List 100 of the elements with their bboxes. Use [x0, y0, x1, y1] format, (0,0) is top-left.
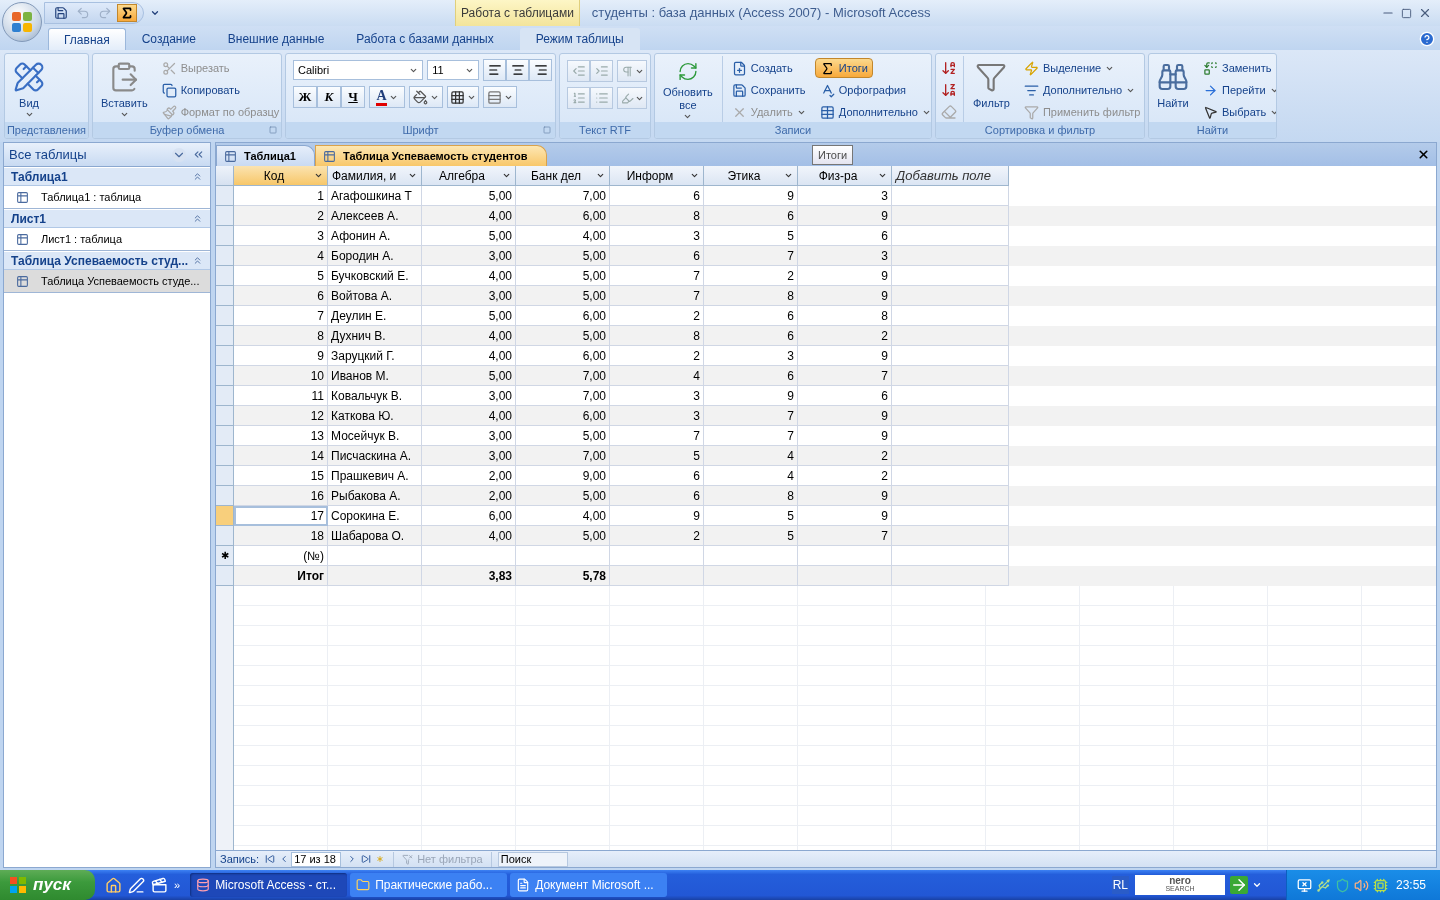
column-header[interactable]: Код — [234, 166, 328, 186]
taskbar-button[interactable]: Документ Microsoft ... — [510, 873, 668, 897]
align-left-button[interactable] — [483, 59, 506, 81]
column-header[interactable]: Банк дел — [516, 166, 610, 186]
row-selector[interactable] — [216, 346, 234, 366]
group-header[interactable]: Таблица Успеваемость студ... — [4, 251, 210, 270]
row-selector[interactable] — [216, 186, 234, 206]
customize-icon[interactable] — [150, 8, 160, 18]
nav-item[interactable]: Таблица Успеваемость студе... — [4, 270, 210, 293]
close-icon[interactable] — [1417, 148, 1430, 161]
ribbon-button[interactable]: Дополнительно — [814, 102, 931, 122]
row-selector[interactable] — [216, 506, 234, 526]
ribbon-button[interactable]: Дополнительно — [1018, 80, 1141, 100]
ribbon-tab[interactable]: Работа с базами данных — [340, 28, 510, 50]
row-selector[interactable] — [216, 386, 234, 406]
dropdown-icon[interactable] — [408, 171, 417, 180]
row-selector[interactable]: ✱ — [216, 546, 234, 566]
volume-icon[interactable] — [1353, 877, 1369, 893]
ribbon-button[interactable]: Выбрать — [1198, 102, 1276, 122]
ribbon-tab[interactable]: Главная — [48, 28, 126, 50]
record-number-field[interactable]: 17 из 18 — [291, 851, 342, 867]
home-icon[interactable] — [105, 876, 122, 894]
row-selector[interactable] — [216, 306, 234, 326]
row-selector[interactable] — [216, 366, 234, 386]
dropdown-icon[interactable] — [878, 171, 887, 180]
ribbon-button[interactable]: Фильтр — [968, 56, 1015, 122]
row-selector[interactable] — [216, 426, 234, 446]
row-selector[interactable] — [216, 486, 234, 506]
group-header[interactable]: Лист1 — [4, 209, 210, 228]
dropdown-icon[interactable] — [314, 171, 323, 180]
ribbon-button[interactable]: Вид — [8, 56, 50, 122]
quick-access-button[interactable] — [117, 4, 137, 22]
column-header[interactable]: Фамилия, и — [328, 166, 422, 186]
ribbon-button[interactable]: Сохранить — [726, 80, 811, 100]
row-selector[interactable] — [216, 466, 234, 486]
dropdown-icon[interactable] — [784, 171, 793, 180]
column-header[interactable]: Этика — [704, 166, 798, 186]
restore-icon[interactable] — [1401, 7, 1412, 19]
ribbon-button[interactable]: Вставить — [96, 56, 153, 122]
ribbon-tab[interactable]: Создание — [125, 28, 212, 50]
language-indicator[interactable]: RL — [1111, 876, 1129, 894]
row-selector[interactable] — [216, 246, 234, 266]
align-center-button[interactable] — [506, 59, 529, 81]
dropdown-icon[interactable] — [690, 171, 699, 180]
gridlines-button[interactable] — [447, 86, 479, 108]
ribbon-tab[interactable]: Внешние данные — [211, 28, 341, 50]
dropdown-icon[interactable] — [596, 171, 605, 180]
row-selector[interactable] — [216, 446, 234, 466]
dropdown-icon[interactable] — [502, 171, 511, 180]
row-selector[interactable] — [216, 526, 234, 546]
italic-button[interactable]: К — [317, 86, 341, 108]
search-field[interactable]: Поиск — [497, 851, 568, 867]
font-size-field[interactable]: 11 — [427, 60, 479, 80]
column-header[interactable]: Добавить поле — [892, 166, 1009, 186]
ribbon-button[interactable]: Итоги — [814, 58, 873, 78]
last-record-icon[interactable] — [361, 854, 372, 864]
office-button[interactable] — [2, 2, 42, 42]
ribbon-button[interactable]: Выделение — [1018, 58, 1120, 78]
go-icon[interactable] — [1229, 876, 1248, 894]
row-selector[interactable] — [216, 406, 234, 426]
font-color-button[interactable]: А — [369, 86, 405, 108]
more-button[interactable]: » — [174, 876, 181, 893]
document-tab[interactable]: Таблица Успеваемость студентов — [314, 145, 547, 166]
edit-icon[interactable] — [128, 876, 145, 894]
start-button[interactable]: пуск — [0, 870, 95, 900]
column-header[interactable]: Физ-ра — [798, 166, 892, 186]
caret-icon[interactable] — [1251, 880, 1262, 890]
ribbon-tab[interactable]: Режим таблицы — [519, 28, 640, 50]
font-field[interactable]: Calibri — [293, 60, 424, 80]
ribbon-button[interactable]: Найти — [1152, 56, 1194, 122]
row-selector[interactable] — [216, 326, 234, 346]
dropdown-icon[interactable] — [172, 147, 186, 162]
row-selector[interactable] — [216, 266, 234, 286]
column-header[interactable]: Алгебра — [422, 166, 516, 186]
ribbon-button[interactable]: Перейти — [1198, 80, 1276, 100]
first-record-icon[interactable] — [265, 854, 276, 864]
document-tab[interactable]: Таблица1 — [216, 145, 315, 166]
dialog-launcher-icon[interactable] — [269, 126, 277, 134]
ribbon-button[interactable]: Орфография — [814, 80, 912, 100]
ribbon-button[interactable]: Копировать — [156, 80, 245, 100]
graphics-icon[interactable] — [1372, 877, 1388, 893]
collapse-icon[interactable] — [192, 148, 205, 161]
ribbon-button[interactable]: Создать — [726, 58, 798, 78]
help-icon[interactable] — [1419, 31, 1435, 47]
row-color-button[interactable] — [483, 86, 517, 108]
align-right-button[interactable] — [529, 59, 552, 81]
column-header[interactable]: Информ — [610, 166, 704, 186]
taskbar-button[interactable]: Практические рабо... — [350, 873, 508, 897]
underline-button[interactable]: Ч — [341, 86, 365, 108]
usb-icon[interactable] — [1315, 877, 1331, 893]
ribbon-button[interactable]: Заменить — [1198, 58, 1276, 78]
taskbar-button[interactable]: Microsoft Access - ст... — [190, 873, 348, 897]
ribbon-button[interactable]: Обновить все — [658, 56, 718, 122]
dialog-launcher-icon[interactable] — [543, 126, 551, 134]
close-icon[interactable] — [1418, 6, 1432, 20]
row-selector[interactable] — [216, 206, 234, 226]
network-error-icon[interactable] — [1296, 877, 1312, 893]
select-all-corner[interactable] — [216, 166, 234, 186]
row-selector[interactable] — [216, 286, 234, 306]
row-selector[interactable] — [216, 226, 234, 246]
